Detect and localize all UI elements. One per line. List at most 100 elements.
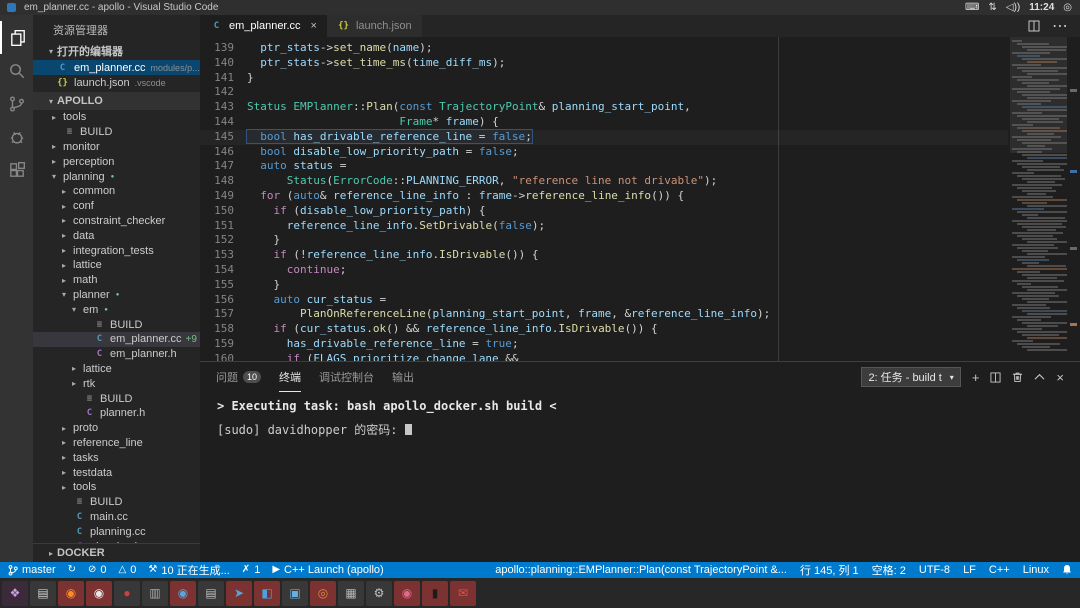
status-cursor-position[interactable]: 行 145, 列 1 — [800, 562, 859, 578]
tab-output[interactable]: 输出 — [392, 362, 414, 392]
tab-problems[interactable]: 问题 10 — [216, 362, 262, 392]
status-task-error-count[interactable]: ✗ 1 — [242, 562, 261, 578]
tree-item-em_planner.h[interactable]: Cem_planner.h — [33, 347, 200, 362]
clock[interactable]: 11:24 — [1029, 2, 1054, 13]
network-icon[interactable]: ⇅ — [988, 0, 996, 15]
code-line-151[interactable]: 151 reference_line_info.SetDrivable(fals… — [200, 219, 1008, 234]
code-line-142[interactable]: 142 — [200, 85, 1008, 100]
tree-item-tools[interactable]: ▸ tools — [33, 110, 200, 125]
taskbar-launcher[interactable]: ❖ — [2, 580, 28, 606]
close-icon[interactable]: × — [311, 20, 317, 32]
code-line-144[interactable]: 144 Frame* frame) { — [200, 115, 1008, 130]
debug-icon[interactable] — [0, 120, 33, 153]
close-panel-icon[interactable]: × — [1056, 371, 1064, 384]
code-line-147[interactable]: 147 auto status = — [200, 159, 1008, 174]
tree-item-BUILD[interactable]: ≡ BUILD — [33, 495, 200, 510]
tree-item-perception[interactable]: ▸ perception — [33, 154, 200, 169]
code-line-153[interactable]: 153 if (!reference_line_info.IsDrivable(… — [200, 248, 1008, 263]
code-line-150[interactable]: 150 if (disable_low_priority_path) { — [200, 204, 1008, 219]
tree-item-tasks[interactable]: ▸ tasks — [33, 450, 200, 465]
tree-item-BUILD[interactable]: ≡ BUILD — [33, 317, 200, 332]
status-indentation[interactable]: 空格: 2 — [872, 562, 906, 578]
tree-item-BUILD[interactable]: ≡ BUILD — [33, 391, 200, 406]
open-editor-launch.json[interactable]: {} launch.json .vscode — [33, 75, 200, 90]
tree-item-monitor[interactable]: ▸ monitor — [33, 140, 200, 155]
tab-terminal[interactable]: 终端 — [279, 362, 302, 392]
open-editor-em_planner.cc[interactable]: Cem_planner.ccmodules/p...+9 — [33, 60, 200, 75]
code-line-141[interactable]: 141} — [200, 71, 1008, 86]
extensions-icon[interactable] — [0, 153, 33, 186]
tree-item-planner[interactable]: ▾ planner ● — [33, 288, 200, 303]
code-line-146[interactable]: 146 bool disable_low_priority_path = fal… — [200, 145, 1008, 160]
search-icon[interactable] — [0, 54, 33, 87]
tab-debug-console[interactable]: 调试控制台 — [319, 362, 374, 392]
tree-item-BUILD[interactable]: ≡ BUILD — [33, 125, 200, 140]
status-errors[interactable]: ⊘ 0 — [88, 562, 107, 578]
code-line-158[interactable]: 158 if (cur_status.ok() && reference_lin… — [200, 322, 1008, 337]
tab-em-planner-cc[interactable]: C em_planner.cc × — [200, 15, 327, 37]
taskbar-chrome[interactable]: ◉ — [86, 580, 112, 606]
tree-item-constraint_checker[interactable]: ▸ constraint_checker — [33, 214, 200, 229]
workspace-folder-docker[interactable]: ▸ DOCKER — [33, 543, 200, 562]
tree-item-rtk[interactable]: ▸ rtk — [33, 376, 200, 391]
taskbar-firefox[interactable]: ◉ — [58, 580, 84, 606]
code-line-160[interactable]: 160 if (FLAGS_prioritize_change_lane && — [200, 352, 1008, 361]
status-debug-launch[interactable]: ▶ C++ Launch (apollo) — [272, 562, 383, 578]
status-warnings[interactable]: △ 0 — [119, 562, 137, 578]
code-line-149[interactable]: 149 for (auto& reference_line_info : fra… — [200, 189, 1008, 204]
tree-item-common[interactable]: ▸ common — [33, 184, 200, 199]
status-encoding[interactable]: UTF-8 — [919, 564, 950, 576]
tree-item-lattice[interactable]: ▸ lattice — [33, 362, 200, 377]
taskbar-text-editor[interactable]: ▤ — [198, 580, 224, 606]
tree-item-em[interactable]: ▾ em ● — [33, 302, 200, 317]
workspace-folder-header[interactable]: ▾ APOLLO — [33, 92, 200, 110]
taskbar-settings[interactable]: ⚙ — [366, 580, 392, 606]
new-terminal-icon[interactable]: + — [972, 371, 980, 384]
tree-item-main.cc[interactable]: Cmain.cc — [33, 510, 200, 525]
code-line-154[interactable]: 154 continue; — [200, 263, 1008, 278]
taskbar-screenshot-tool[interactable]: ◉ — [394, 580, 420, 606]
code-line-148[interactable]: 148 Status(ErrorCode::PLANNING_ERROR, "r… — [200, 174, 1008, 189]
code-line-159[interactable]: 159 has_drivable_reference_line = true; — [200, 337, 1008, 352]
power-icon[interactable]: ◎ — [1063, 0, 1072, 15]
overview-ruler[interactable] — [1067, 37, 1080, 361]
tree-item-data[interactable]: ▸ data — [33, 228, 200, 243]
minimap[interactable] — [1010, 37, 1067, 361]
keyboard-icon[interactable]: ⌨ — [965, 0, 979, 15]
tree-item-lattice[interactable]: ▸ lattice — [33, 258, 200, 273]
status-sync[interactable]: ↻ — [68, 562, 76, 578]
code-line-156[interactable]: 156 auto cur_status = — [200, 293, 1008, 308]
taskbar-mail[interactable]: ✉ — [450, 580, 476, 606]
taskbar-telegram[interactable]: ➤ — [226, 580, 252, 606]
tree-item-conf[interactable]: ▸ conf — [33, 199, 200, 214]
taskbar-vscode[interactable]: ◧ — [254, 580, 280, 606]
taskbar-steam[interactable]: ◉ — [170, 580, 196, 606]
tree-item-tools[interactable]: ▸ tools — [33, 480, 200, 495]
tab-launch-json[interactable]: {} launch.json — [326, 15, 422, 37]
code-editor[interactable]: 139 ptr_stats->set_name(name); 140 ptr_st… — [200, 37, 1080, 361]
tree-item-math[interactable]: ▸ math — [33, 273, 200, 288]
terminal-output[interactable]: > Executing task: bash apollo_docker.sh … — [200, 392, 1080, 562]
volume-icon[interactable]: ◁)) — [1006, 0, 1020, 15]
code-line-143[interactable]: 143 Status EMPlanner::Plan(const Trajecto… — [200, 100, 1008, 115]
more-actions-icon[interactable]: ⋯ — [1052, 16, 1068, 36]
status-build-task[interactable]: ⚒ 10 正在生成... — [148, 562, 229, 578]
code-line-152[interactable]: 152 } — [200, 233, 1008, 248]
code-line-140[interactable]: 140 ptr_stats->set_time_ms(time_diff_ms)… — [200, 56, 1008, 71]
status-language-mode[interactable]: C++ — [989, 564, 1010, 576]
taskbar-media-player[interactable]: ● — [114, 580, 140, 606]
split-terminal-icon[interactable] — [990, 371, 1001, 383]
code-line-157[interactable]: 157 PlanOnReferenceLine(planning_start_p… — [200, 307, 1008, 322]
files-icon[interactable] — [0, 21, 33, 54]
tree-item-planning[interactable]: ▾ planning ● — [33, 169, 200, 184]
taskbar-file-manager[interactable]: ▤ — [30, 580, 56, 606]
kill-terminal-icon[interactable] — [1012, 371, 1023, 383]
taskbar-terminal[interactable]: ▮ — [422, 580, 448, 606]
status-symbol-context[interactable]: apollo::planning::EMPlanner::Plan(const … — [495, 564, 787, 576]
source-control-icon[interactable] — [0, 87, 33, 120]
taskbar-system-monitor[interactable]: ▦ — [338, 580, 364, 606]
status-git-branch[interactable]: master — [8, 564, 56, 576]
terminal-picker-dropdown[interactable]: 2: 任务 - build t ▾ — [861, 367, 961, 387]
code-line-145[interactable]: 145 bool has_drivable_reference_line = f… — [200, 128, 1008, 145]
open-editors-header[interactable]: ▾ 打开的编辑器 — [33, 42, 200, 60]
